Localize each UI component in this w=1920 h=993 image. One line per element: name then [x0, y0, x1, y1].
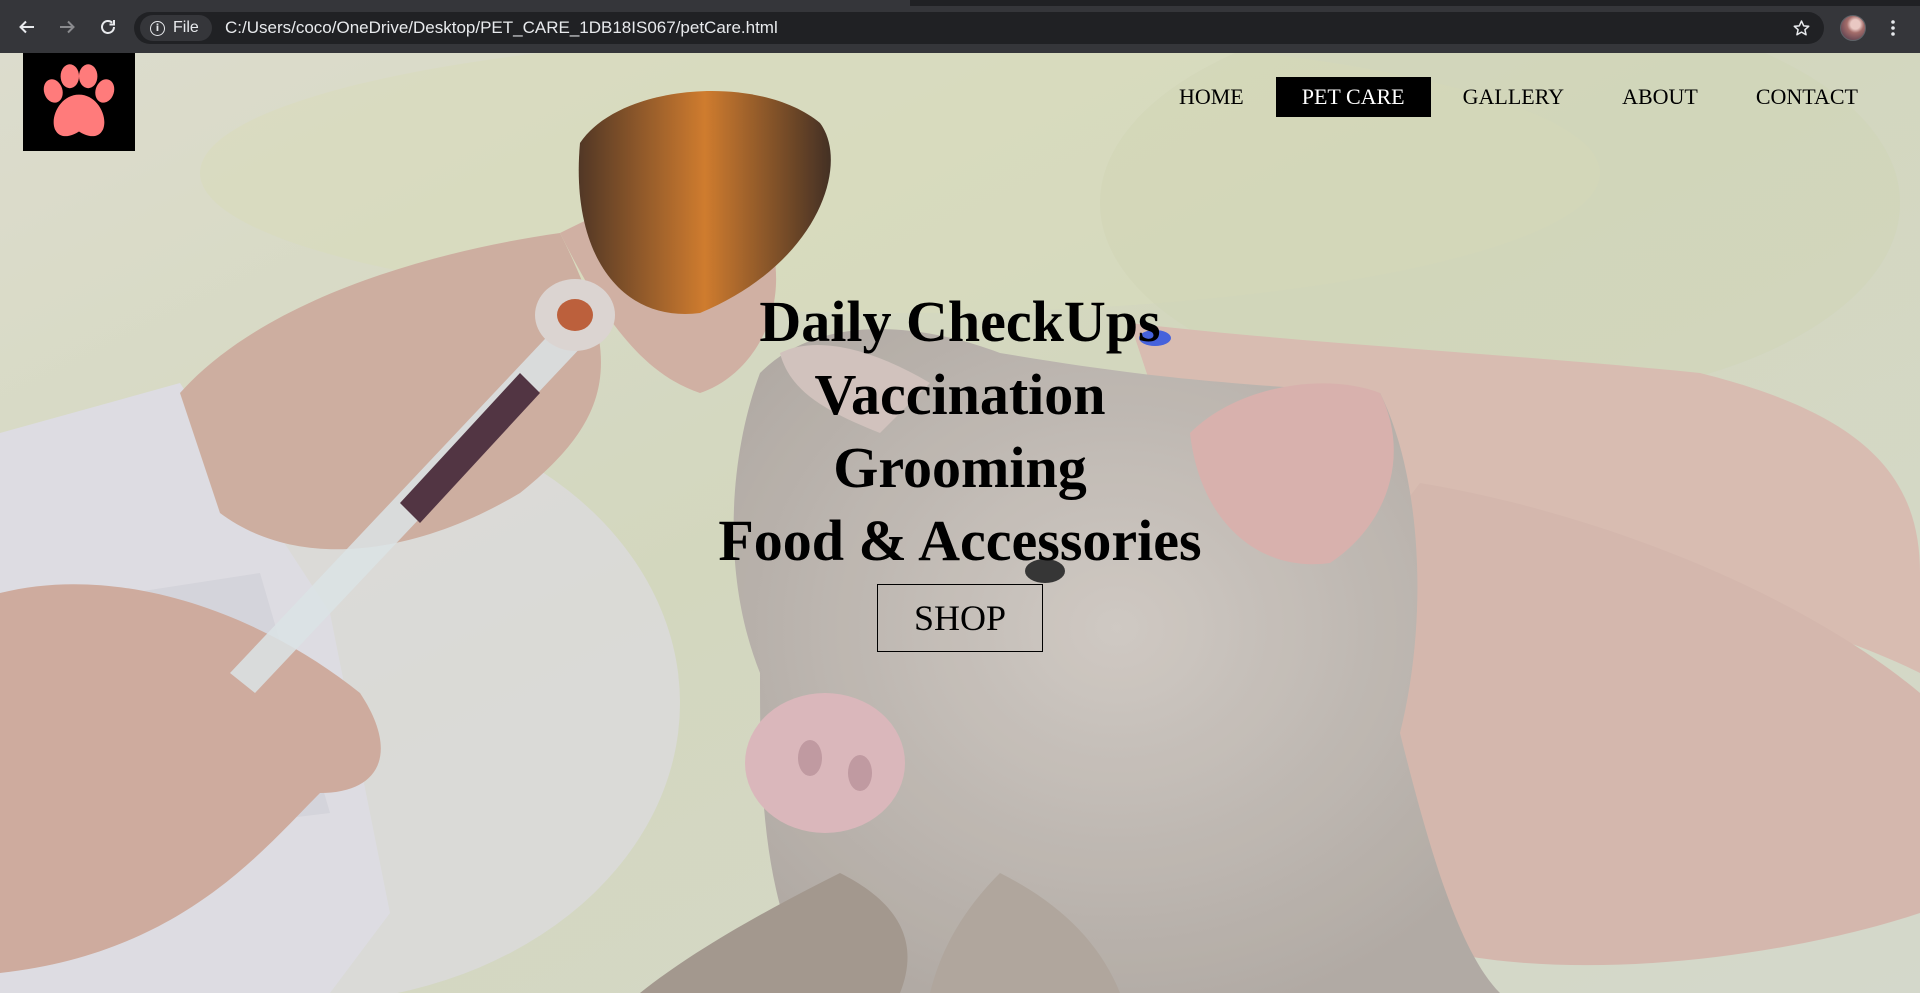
nav-about[interactable]: ABOUT: [1596, 77, 1724, 117]
kebab-menu-icon: [1891, 20, 1895, 36]
hero-section: Daily CheckUps Vaccination Grooming Food…: [0, 285, 1920, 652]
arrow-left-icon: [19, 20, 34, 34]
hero-line-food-accessories: Food & Accessories: [718, 508, 1202, 573]
nav-pet-care[interactable]: PET CARE: [1275, 77, 1431, 117]
reload-button[interactable]: [95, 14, 121, 40]
tab-strip: [0, 0, 1920, 6]
browser-toolbar: i File C:/Users/coco/OneDrive/Desktop/PE…: [0, 0, 1920, 53]
nav-contact[interactable]: CONTACT: [1730, 77, 1884, 117]
hero-line-grooming: Grooming: [833, 435, 1087, 500]
star-icon: [1793, 19, 1809, 36]
reload-icon: [101, 20, 115, 34]
nav-gallery[interactable]: GALLERY: [1437, 77, 1590, 117]
address-bar[interactable]: i File C:/Users/coco/OneDrive/Desktop/PE…: [134, 12, 1824, 44]
browser-menu-button[interactable]: [1880, 15, 1906, 41]
arrow-right-icon: [60, 20, 75, 34]
bookmark-button[interactable]: [1790, 17, 1812, 39]
hero-line-checkups: Daily CheckUps: [759, 289, 1161, 354]
main-nav: HOME PET CARE GALLERY ABOUT CONTACT: [1147, 77, 1884, 117]
back-button[interactable]: [14, 14, 40, 40]
url-text[interactable]: C:/Users/coco/OneDrive/Desktop/PET_CARE_…: [225, 18, 778, 38]
hero-line-vaccination: Vaccination: [814, 362, 1106, 427]
page-viewport: HOME PET CARE GALLERY ABOUT CONTACT Dail…: [0, 53, 1920, 993]
shop-button[interactable]: SHOP: [876, 584, 1044, 652]
info-icon: i: [150, 20, 165, 36]
profile-avatar[interactable]: [1840, 15, 1866, 41]
nav-home[interactable]: HOME: [1153, 77, 1270, 117]
site-info-chip[interactable]: i File: [140, 15, 212, 41]
paw-icon: [43, 64, 115, 137]
site-logo[interactable]: [23, 53, 135, 151]
site-info-label: File: [173, 19, 199, 36]
forward-button[interactable]: [54, 14, 80, 40]
